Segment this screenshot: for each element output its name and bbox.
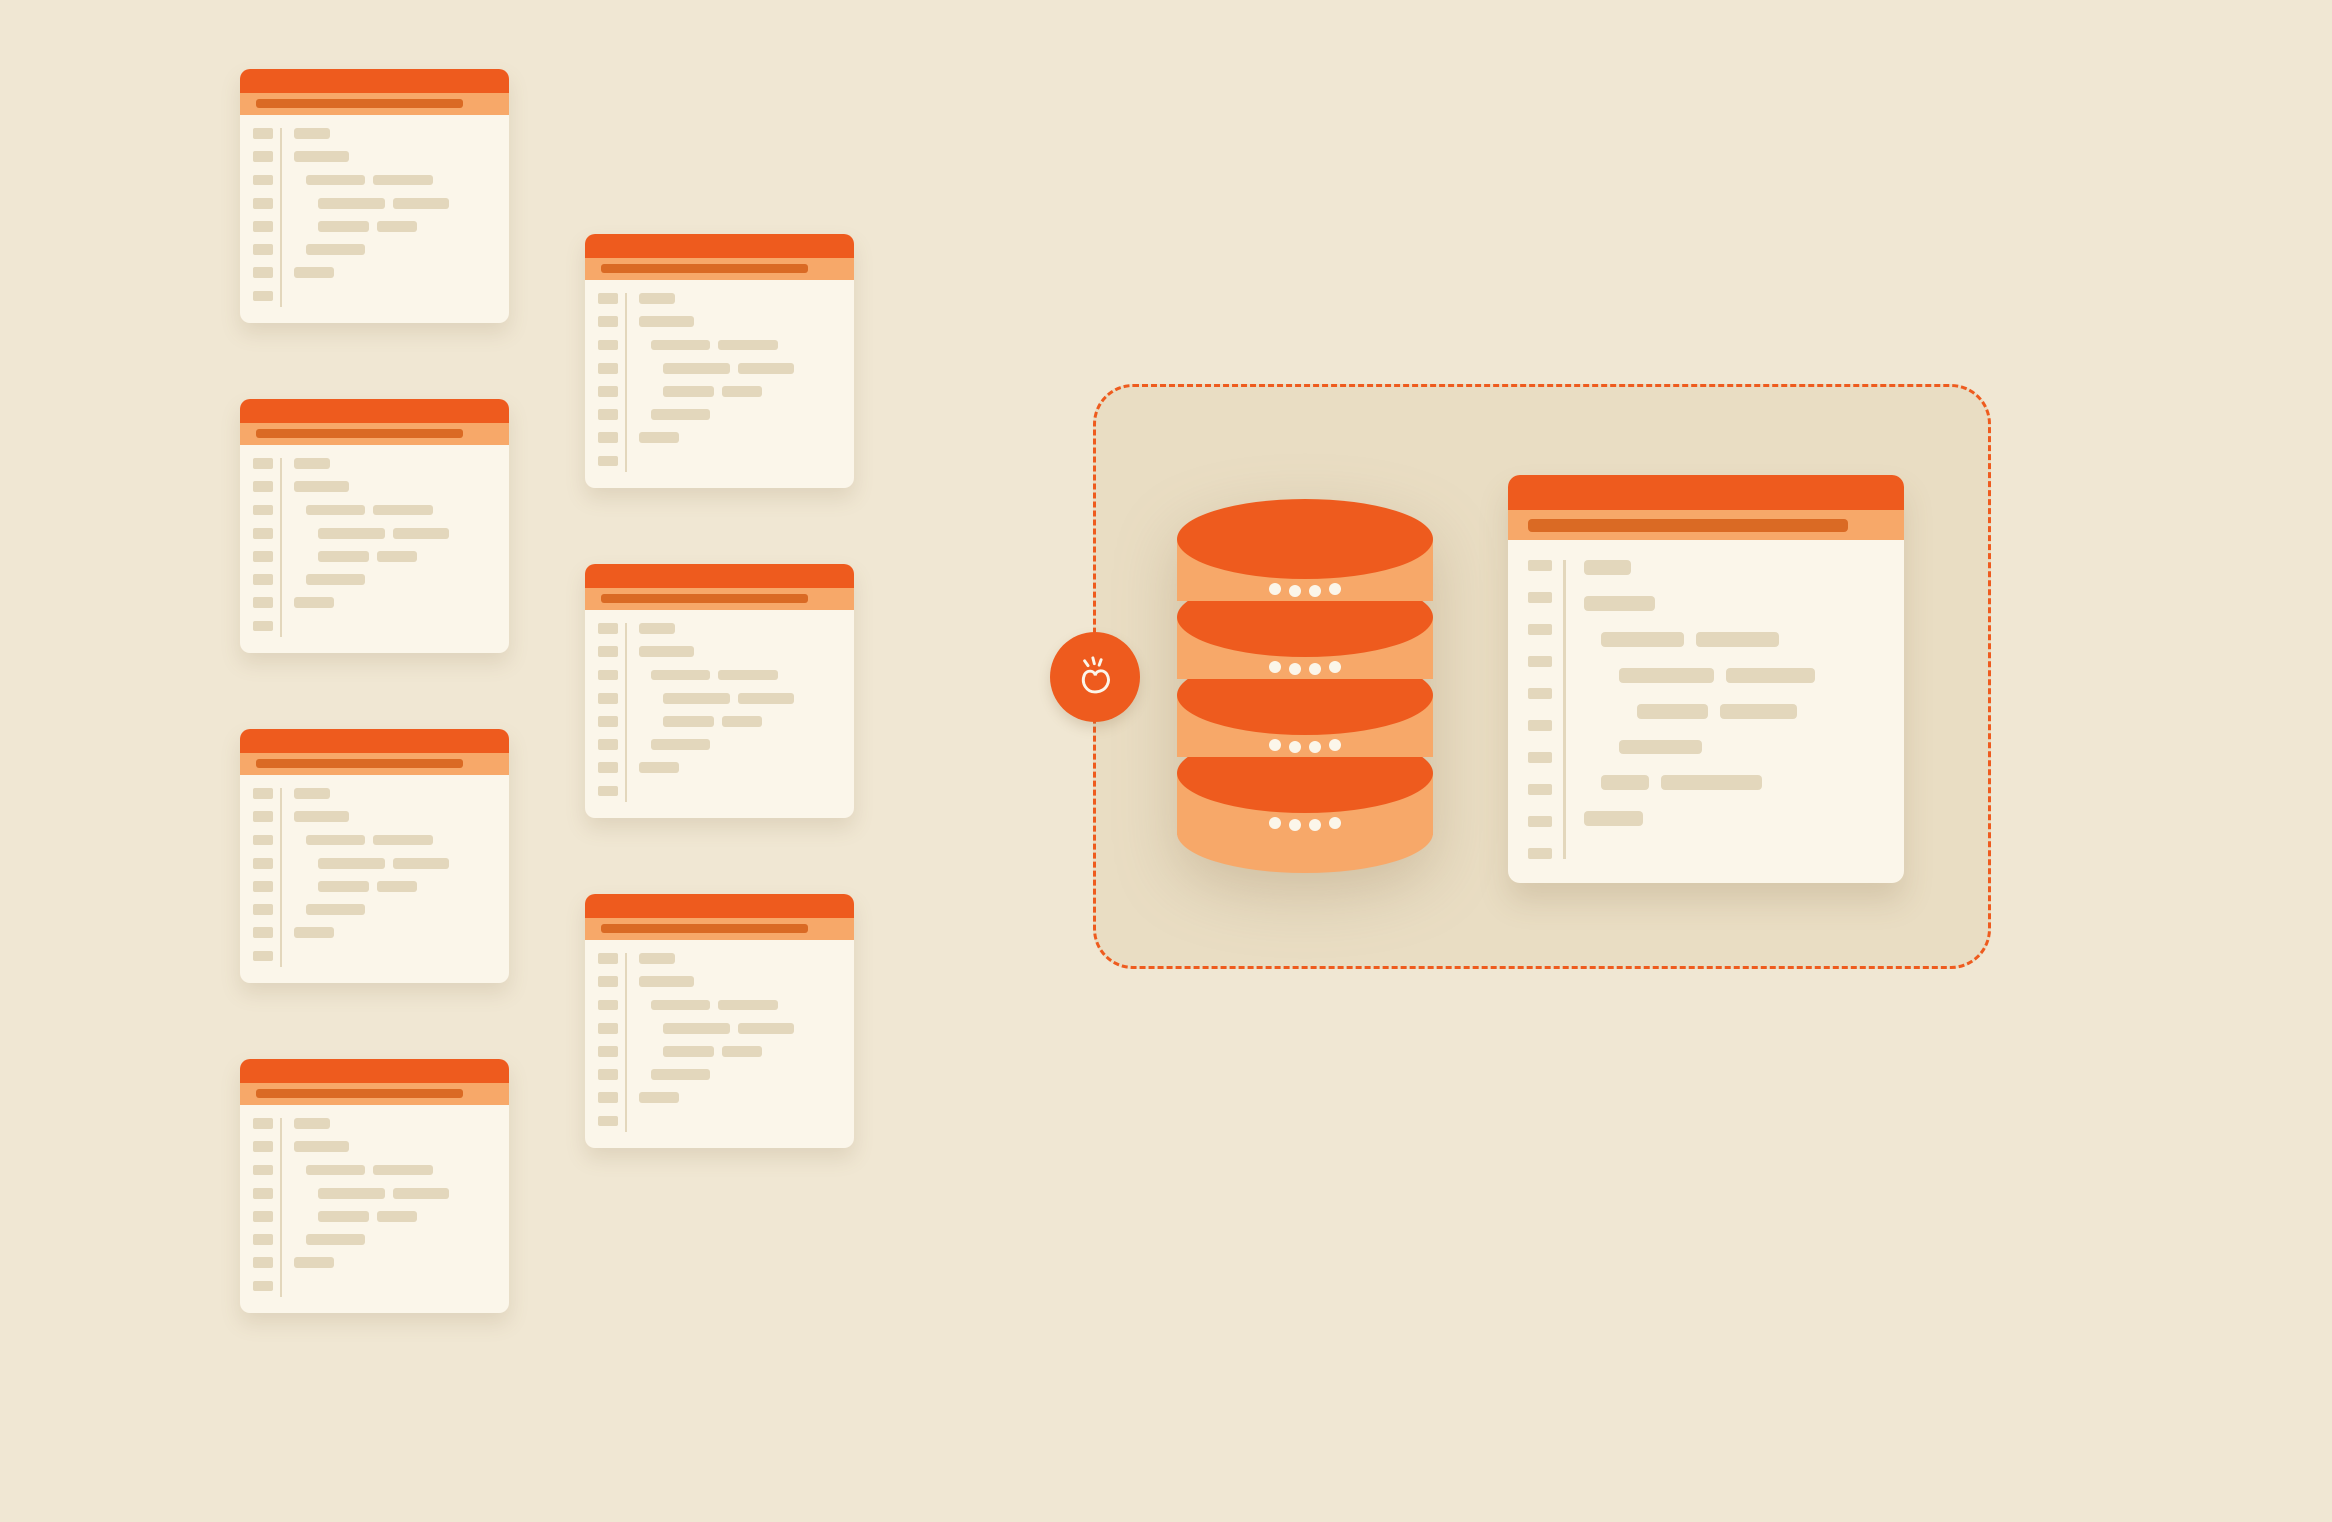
diagram-canvas <box>0 0 2332 1522</box>
code-window-icon <box>240 1059 509 1313</box>
code-window-icon <box>585 564 854 818</box>
code-window-icon <box>240 399 509 653</box>
code-window-icon <box>1508 475 1904 883</box>
code-window-icon <box>585 234 854 488</box>
claude-icon <box>1050 632 1140 722</box>
database-stack-icon <box>1165 473 1445 883</box>
code-window-icon <box>240 69 509 323</box>
code-window-icon <box>240 729 509 983</box>
code-window-icon <box>585 894 854 1148</box>
